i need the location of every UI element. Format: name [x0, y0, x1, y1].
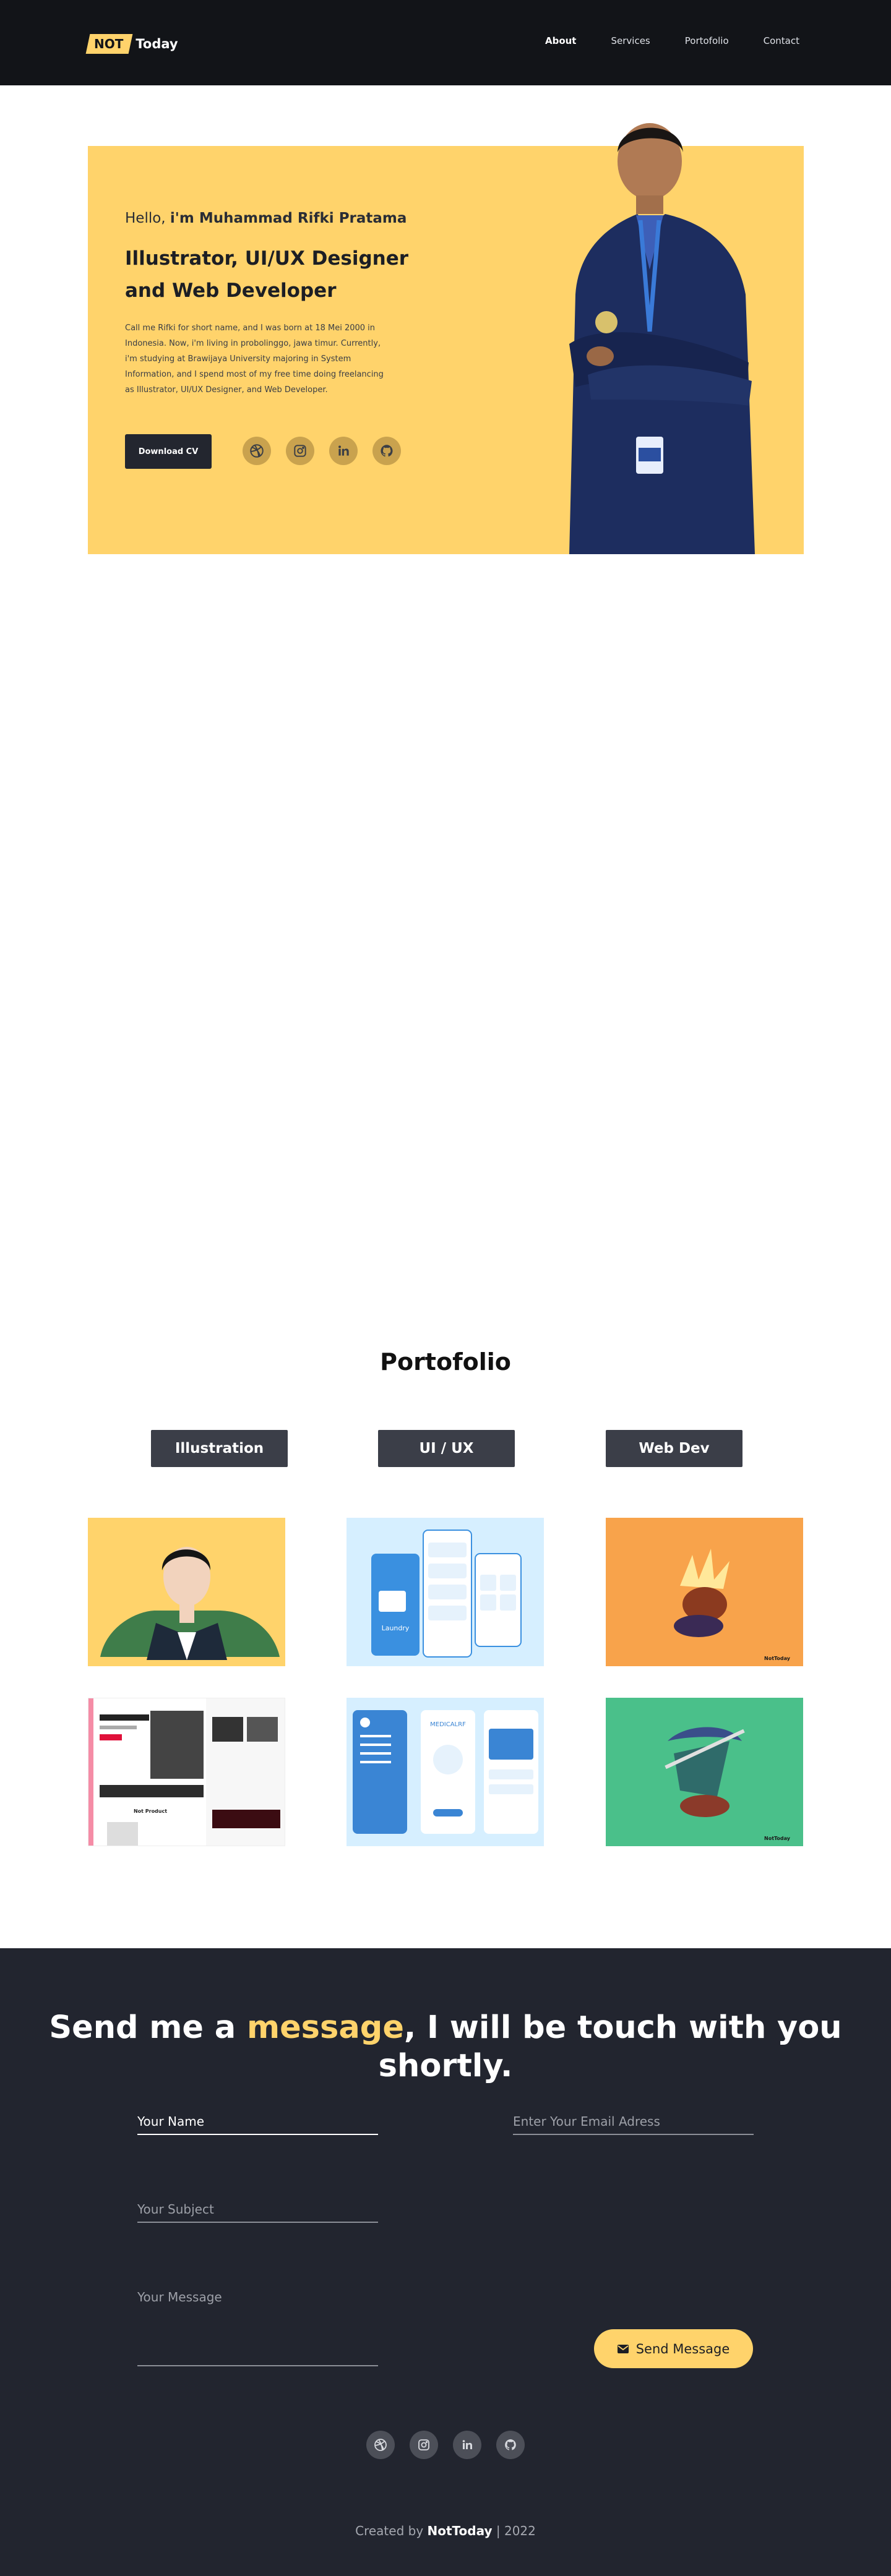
footer-credit: Created by NotToday | 2022 [0, 2523, 891, 2538]
nav-contact[interactable]: Contact [764, 35, 799, 46]
logo-today-text: Today [136, 36, 178, 51]
subject-field[interactable] [137, 2202, 378, 2223]
profile-photo [569, 123, 755, 554]
email-field[interactable] [513, 2114, 754, 2135]
portfolio-item-illustration-portrait[interactable] [88, 1518, 285, 1666]
greeting-prefix: Hello, [125, 210, 166, 226]
github-icon[interactable] [372, 437, 401, 465]
footer-social-links [366, 2431, 525, 2459]
nav-services[interactable]: Services [611, 35, 650, 46]
heading-part-2: , I will be touch with you shortly. [378, 2009, 842, 2084]
warrior-art: NotToday [674, 1549, 791, 1661]
nav-portofolio[interactable]: Portofolio [685, 35, 729, 46]
nottoday-signature-2: NotToday [764, 1836, 791, 1841]
hero-description: Call me Rifki for short name, and I was … [125, 323, 384, 395]
message-field[interactable] [137, 2290, 378, 2366]
logo-not-text: NOT [94, 36, 124, 51]
site-header: NOT Today About Services Portofolio Cont… [0, 0, 891, 85]
tab-ui-ux[interactable]: UI / UX [378, 1430, 515, 1467]
portfolio-item-illustration-swordsman[interactable]: NotToday [606, 1698, 803, 1846]
portfolio-title: Portofolio [380, 1348, 511, 1376]
medical-app-title: MEDICALRF [430, 1721, 466, 1728]
mail-icon [617, 2344, 629, 2353]
linkedin-icon[interactable] [329, 437, 358, 465]
main-nav: About Services Portofolio Contact [510, 35, 799, 46]
hero-title: Illustrator, UI/UX Designer and Web Deve… [125, 247, 409, 302]
portfolio-item-ui-medical[interactable]: MEDICALRF [346, 1698, 544, 1846]
contact-section: Send me a message, I will be touch with … [0, 1948, 891, 2576]
instagram-icon[interactable] [286, 437, 314, 465]
swordsman-art: NotToday [665, 1727, 791, 1841]
send-message-button[interactable]: Send Message [594, 2329, 753, 2368]
hero-greeting: Hello, i'm Muhammad Rifki Pratama [125, 210, 407, 226]
nottoday-signature: NotToday [764, 1656, 791, 1661]
greeting-name: i'm Muhammad Rifki Pratama [170, 210, 407, 226]
tab-illustration[interactable]: Illustration [151, 1430, 288, 1467]
hero-section: Hello, i'm Muhammad Rifki Pratama Illust… [88, 123, 804, 554]
portfolio-item-illustration-warrior[interactable]: NotToday [606, 1518, 803, 1666]
heading-highlight: message [246, 2009, 404, 2046]
portfolio-item-web-clothing[interactable]: Not Product [88, 1698, 285, 1846]
portfolio-item-ui-laundry[interactable]: Laundry [346, 1518, 544, 1666]
not-product-heading: Not Product [134, 1808, 167, 1814]
medical-app-mockup: MEDICALRF [353, 1710, 538, 1834]
credit-suffix: | 2022 [496, 2523, 536, 2538]
instagram-icon[interactable] [410, 2431, 438, 2459]
linkedin-icon[interactable] [453, 2431, 481, 2459]
laundry-app-mockup: Laundry [371, 1530, 522, 1658]
send-message-label: Send Message [635, 2341, 730, 2356]
laundry-label: Laundry [382, 1624, 410, 1632]
credit-prefix: Created by [355, 2523, 424, 2538]
name-field[interactable] [137, 2114, 378, 2135]
clothing-site-mockup: Not Product [88, 1698, 285, 1846]
hero-social-links [243, 437, 401, 465]
credit-name[interactable]: NotToday [428, 2523, 493, 2538]
download-cv-button[interactable]: Download CV [125, 434, 212, 469]
contact-heading: Send me a message, I will be touch with … [0, 2009, 891, 2086]
dribbble-icon[interactable] [366, 2431, 395, 2459]
logo-not-badge: NOT [85, 34, 133, 54]
illustration-portrait-art [100, 1547, 280, 1660]
nav-about[interactable]: About [545, 35, 577, 46]
dribbble-icon[interactable] [243, 437, 271, 465]
logo[interactable]: NOT Today [85, 33, 178, 54]
heading-part-1: Send me a [49, 2009, 236, 2046]
tab-web-dev[interactable]: Web Dev [606, 1430, 742, 1467]
github-icon[interactable] [496, 2431, 525, 2459]
